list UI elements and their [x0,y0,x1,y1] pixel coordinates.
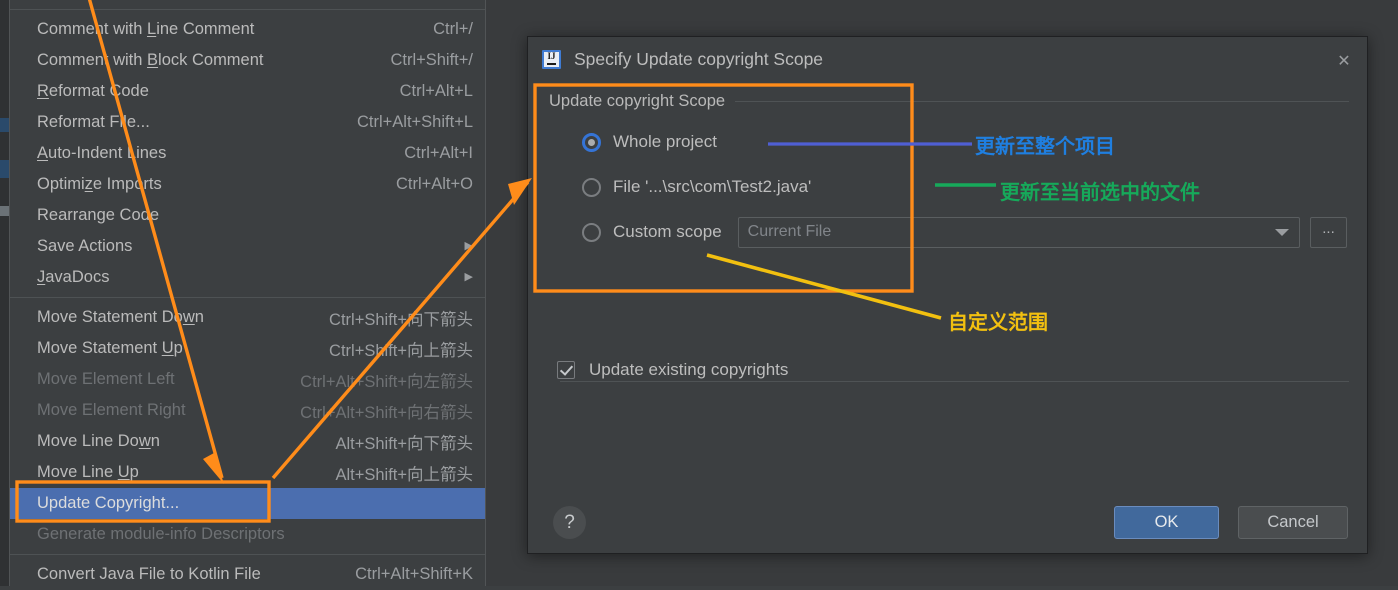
radio-label-file: File '...\src\com\Test2.java' [613,177,812,196]
menu-item-shortcut: Ctrl+Shift+向下箭头 [329,310,473,329]
menu-item[interactable]: Comment with Line Comment Ctrl+/ [10,14,485,45]
annotation-current-file: 更新至当前选中的文件 [1000,180,1200,204]
menu-item-label: Rearrange Code [37,206,159,224]
screen: Comment with Line Comment Ctrl+/Comment w… [0,0,1398,586]
submenu-arrow-icon: ▶ [464,240,473,252]
section-divider [560,381,1349,382]
menu-separator-top [10,9,485,10]
cancel-button[interactable]: Cancel [1238,506,1348,539]
specify-update-copyright-scope-dialog: Specify Update copyright Scope ✕ Update … [527,36,1368,554]
menu-item-shortcut: Ctrl+Shift+/ [390,51,473,69]
menu-item-shortcut: Alt+Shift+向上箭头 [335,465,473,484]
menu-item: Move Element Left Ctrl+Alt+Shift+向左箭头 [10,364,485,395]
menu-item-label: Comment with Line Comment [37,20,255,38]
radio-row-custom-scope[interactable]: Custom scope Current File ... [549,214,1349,250]
radio-row-file[interactable]: File '...\src\com\Test2.java' [549,169,1349,205]
update-existing-copyrights-checkbox[interactable] [557,361,575,379]
menu-item[interactable]: Rearrange Code [10,200,485,231]
menu-item-shortcut: Ctrl+/ [433,20,473,38]
menu-item[interactable]: JavaDocs ▶ [10,262,485,293]
menu-item-shortcut: Ctrl+Alt+L [399,82,473,100]
menu-item[interactable]: Move Line Down Alt+Shift+向下箭头 [10,426,485,457]
menu-separator [10,297,485,298]
menu-item-label: JavaDocs [37,268,110,286]
chevron-down-icon[interactable] [1275,228,1289,236]
menu-item[interactable]: Comment with Block Comment Ctrl+Shift+/ [10,45,485,76]
menu-item-label: Optimize Imports [37,175,162,193]
menu-item-label: Move Line Down [37,432,160,450]
custom-scope-value: Current File [747,223,832,240]
menu-item-shortcut: Ctrl+Alt+Shift+向左箭头 [300,372,473,391]
menu-item[interactable]: Reformat File... Ctrl+Alt+Shift+L [10,107,485,138]
dialog-title: Specify Update copyright Scope [574,49,824,69]
menu-item[interactable]: Move Line Up Alt+Shift+向上箭头 [10,457,485,488]
radio-file[interactable] [582,177,601,197]
update-existing-copyrights-label: Update existing copyrights [589,360,789,379]
menu-item-shortcut: Alt+Shift+向下箭头 [335,434,473,453]
menu-item-label: Reformat File... [37,113,150,131]
menu-item-label: Update Copyright... [37,494,180,512]
menu-item[interactable]: Move Statement Down Ctrl+Shift+向下箭头 [10,302,485,333]
menu-item-label: Generate module-info Descriptors [37,525,285,543]
browse-scope-button[interactable]: ... [1310,216,1347,248]
intellij-idea-icon [542,50,561,69]
submenu-arrow-icon: ▶ [464,271,473,283]
radio-whole-project[interactable] [582,132,601,152]
menu-item-label: Move Element Right [37,401,186,419]
menu-item-shortcut: Ctrl+Shift+向上箭头 [329,341,473,360]
update-existing-copyrights-row[interactable]: Update existing copyrights [557,360,788,380]
dialog-title-bar: Specify Update copyright Scope ✕ [528,37,1367,82]
menu-item: Generate module-info Descriptors [10,519,485,550]
menu-item-shortcut: Ctrl+Alt+O [395,175,473,193]
menu-item-label: Move Element Left [37,370,175,388]
annotation-custom-scope: 自定义范围 [948,310,1048,334]
menu-item-label: Reformat Code [37,82,149,100]
menu-separator [10,554,485,555]
menu-item[interactable]: Save Actions ▶ [10,231,485,262]
menu-item-label: Move Statement Down [37,308,204,326]
menu-item[interactable]: Update Copyright... [10,488,485,519]
radio-label-whole-project: Whole project [613,132,717,151]
menu-item-label: Save Actions [37,237,133,255]
custom-scope-combobox[interactable]: Current File [737,216,1300,248]
menu-item[interactable]: Move Statement Up Ctrl+Shift+向上箭头 [10,333,485,364]
menu-item[interactable]: Reformat Code Ctrl+Alt+L [10,76,485,107]
group-rule [735,100,1349,102]
menu-item-shortcut: Ctrl+Alt+Shift+K [355,565,473,583]
menu-item[interactable]: Auto-Indent Lines Ctrl+Alt+I [10,138,485,169]
group-header: Update copyright Scope [549,91,1349,111]
menu-item-label: Auto-Indent Lines [37,144,167,162]
close-icon[interactable]: ✕ [1333,50,1355,72]
radio-label-custom-scope: Custom scope [613,222,722,241]
menu-item[interactable]: Optimize Imports Ctrl+Alt+O [10,169,485,200]
update-copyright-scope-group: Update copyright Scope Whole project Fil… [549,91,1349,250]
menu-item-label: Comment with Block Comment [37,51,264,69]
radio-row-whole-project[interactable]: Whole project [549,124,1349,160]
help-button[interactable]: ? [553,506,586,539]
editor-sliver [0,0,9,586]
menu-item-label: Move Statement Up [37,339,183,357]
menu-item-label: Convert Java File to Kotlin File [37,565,261,583]
menu-item-shortcut: Ctrl+Alt+Shift+向右箭头 [300,403,473,422]
radio-custom-scope[interactable] [582,222,601,242]
annotation-whole-project: 更新至整个项目 [975,134,1115,158]
menu-item-shortcut: Ctrl+Alt+I [404,144,473,162]
context-menu[interactable]: Comment with Line Comment Ctrl+/Comment w… [9,0,486,586]
menu-item-label: Move Line Up [37,463,139,481]
group-title: Update copyright Scope [549,91,726,110]
menu-item: Move Element Right Ctrl+Alt+Shift+向右箭头 [10,395,485,426]
menu-item-shortcut: Ctrl+Alt+Shift+L [356,113,473,131]
menu-item[interactable]: Convert Java File to Kotlin File Ctrl+Alt… [10,559,485,590]
ok-button[interactable]: OK [1114,506,1219,539]
